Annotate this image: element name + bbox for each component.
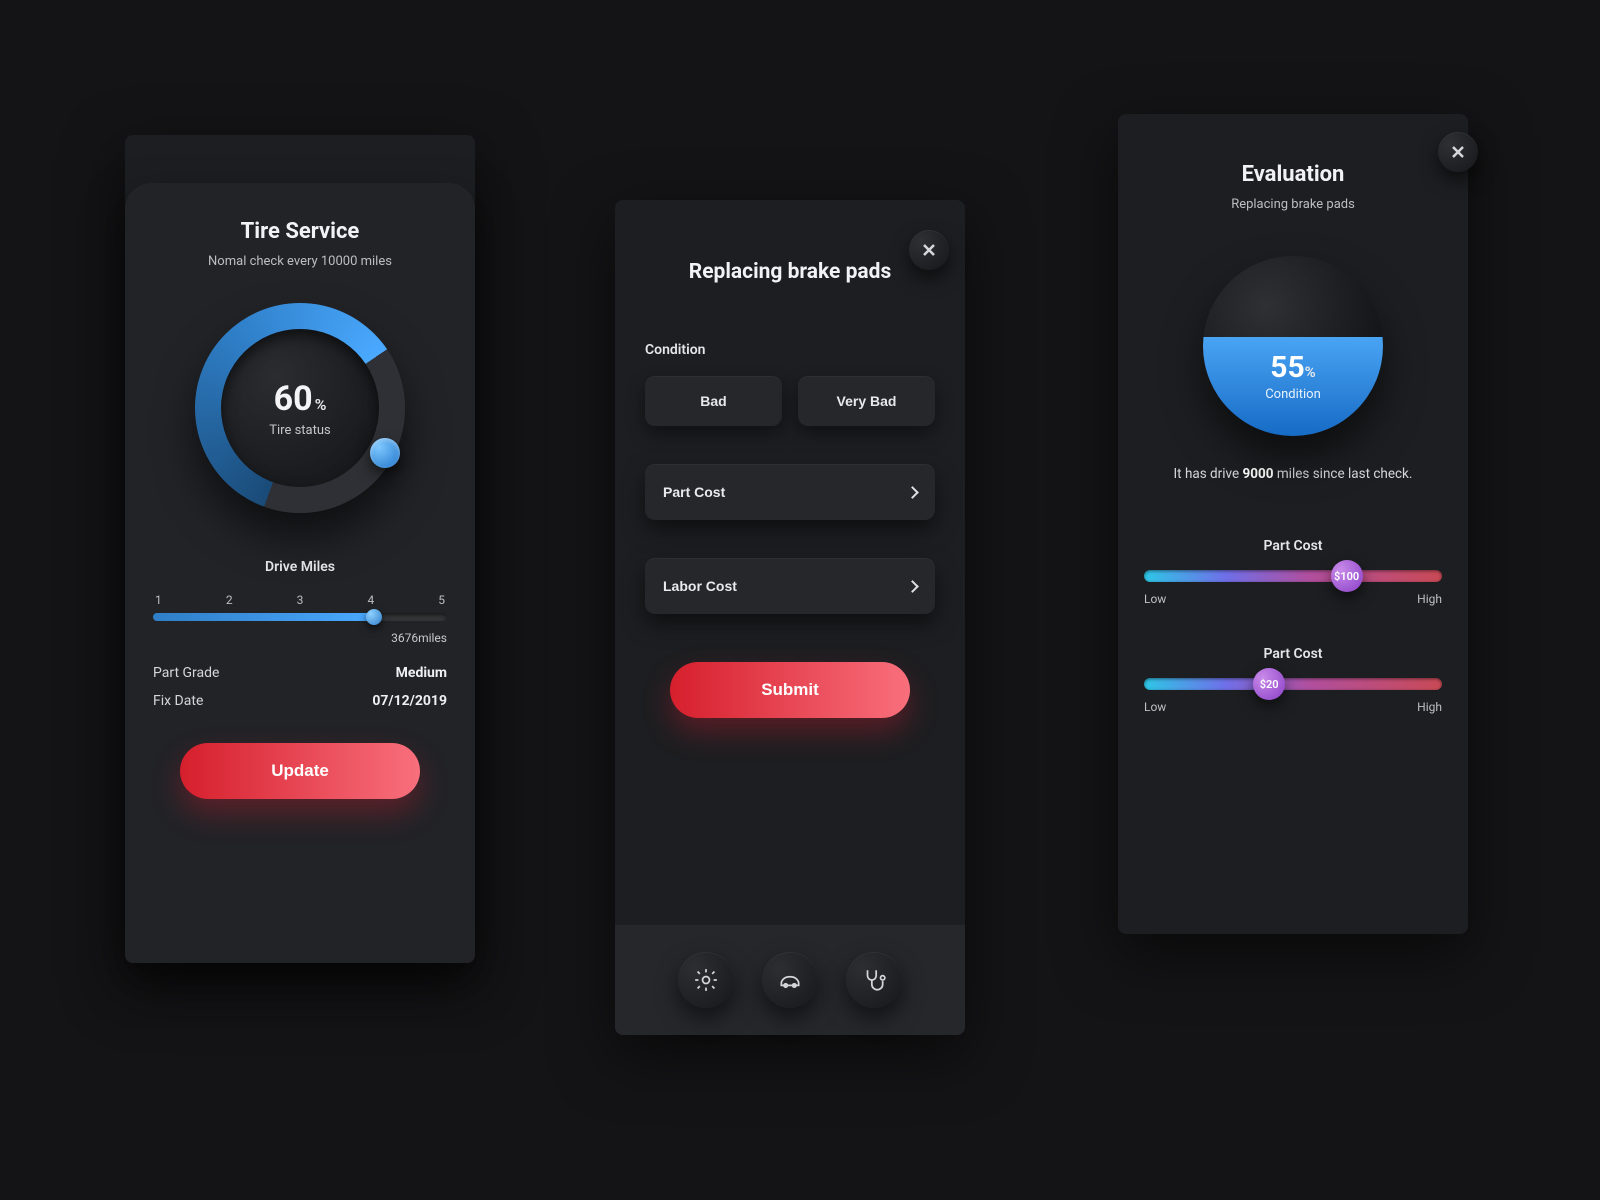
- stethoscope-icon: [861, 967, 887, 993]
- cost1-high: High: [1417, 592, 1442, 606]
- evaluation-screen: Evaluation Replacing brake pads 55% Cond…: [1118, 114, 1468, 934]
- part-grade-value: Medium: [396, 665, 447, 681]
- page-title: Evaluation: [1144, 162, 1442, 187]
- labor-cost-button[interactable]: Labor Cost: [645, 558, 935, 614]
- tick-1: 1: [155, 593, 162, 607]
- cost1-thumb[interactable]: $100: [1331, 560, 1363, 592]
- bottom-navbar: [615, 925, 965, 1035]
- tire-gauge: 60% Tire status: [195, 303, 405, 513]
- drive-miles-label: Drive Miles: [153, 559, 447, 575]
- gauge-pct-sign: %: [315, 395, 327, 414]
- cost1-low: Low: [1144, 592, 1166, 606]
- cost2-low: Low: [1144, 700, 1166, 714]
- cost2-thumb[interactable]: $20: [1253, 668, 1285, 700]
- fix-date-row: Fix Date 07/12/2019: [153, 693, 447, 709]
- fix-date-value: 07/12/2019: [372, 693, 447, 709]
- close-button[interactable]: [1438, 132, 1478, 172]
- close-button[interactable]: [909, 230, 949, 270]
- tick-5: 5: [438, 593, 445, 607]
- page-subtitle: Replacing brake pads: [1144, 197, 1442, 212]
- fix-date-label: Fix Date: [153, 693, 203, 709]
- miles-value: 3676miles: [153, 631, 447, 645]
- part-cost-button[interactable]: Part Cost: [645, 464, 935, 520]
- tick-2: 2: [226, 593, 233, 607]
- update-button[interactable]: Update: [180, 743, 420, 799]
- condition-bad-button[interactable]: Bad: [645, 376, 782, 426]
- chevron-right-icon: [906, 486, 919, 499]
- condition-verybad-button[interactable]: Very Bad: [798, 376, 935, 426]
- car-icon: [777, 967, 803, 993]
- orb-pct-sign: %: [1305, 363, 1316, 381]
- page-subtitle: Nomal check every 10000 miles: [153, 254, 447, 269]
- brake-pads-screen: Replacing brake pads Condition Bad Very …: [615, 200, 965, 1035]
- slider-ticks: 1 2 3 4 5: [153, 593, 447, 607]
- orb-percent: 55: [1270, 350, 1304, 385]
- condition-label: Condition: [645, 342, 935, 358]
- nav-car-button[interactable]: [762, 952, 818, 1008]
- cost2-label: Part Cost: [1144, 646, 1442, 662]
- part-cost-2: Part Cost $20 Low High: [1144, 646, 1442, 714]
- cost2-slider[interactable]: $20: [1144, 678, 1442, 690]
- gauge-label: Tire status: [269, 423, 330, 438]
- gauge-percent: 60: [274, 379, 313, 419]
- gauge-text: 60% Tire status: [195, 303, 405, 513]
- nav-settings-button[interactable]: [678, 952, 734, 1008]
- tick-3: 3: [297, 593, 304, 607]
- submit-button[interactable]: Submit: [670, 662, 910, 718]
- part-grade-label: Part Grade: [153, 665, 219, 681]
- drive-miles-slider[interactable]: 1 2 3 4 5 3676miles: [153, 593, 447, 645]
- cost1-slider[interactable]: $100: [1144, 570, 1442, 582]
- part-cost-1: Part Cost $100 Low High: [1144, 538, 1442, 606]
- gear-icon: [693, 967, 719, 993]
- tire-service-screen: Tire Service Nomal check every 10000 mil…: [125, 135, 475, 963]
- part-grade-row: Part Grade Medium: [153, 665, 447, 681]
- part-cost-label: Part Cost: [663, 484, 725, 500]
- orb-label: Condition: [1265, 387, 1321, 402]
- tire-service-card: Tire Service Nomal check every 10000 mil…: [125, 183, 475, 963]
- tick-4: 4: [367, 593, 374, 607]
- page-title: Tire Service: [153, 219, 447, 244]
- close-icon: [922, 243, 936, 257]
- mileage-note: It has drive 9000 miles since last check…: [1144, 464, 1442, 484]
- slider-thumb[interactable]: [366, 609, 382, 625]
- cost2-high: High: [1417, 700, 1442, 714]
- chevron-right-icon: [906, 580, 919, 593]
- condition-orb: 55% Condition: [1203, 256, 1383, 436]
- page-title: Replacing brake pads: [615, 260, 965, 284]
- nav-diagnostic-button[interactable]: [846, 952, 902, 1008]
- labor-cost-label: Labor Cost: [663, 578, 737, 594]
- cost1-label: Part Cost: [1144, 538, 1442, 554]
- close-icon: [1451, 145, 1465, 159]
